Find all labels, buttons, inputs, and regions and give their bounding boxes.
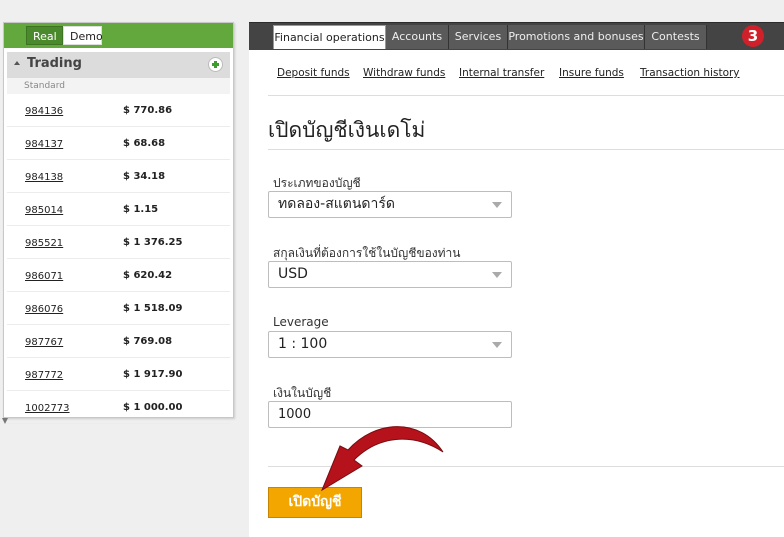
- account-balance: $ 34.18: [123, 171, 166, 182]
- account-row[interactable]: 987767 $ 769.08: [7, 325, 230, 358]
- tab-accounts[interactable]: Accounts: [386, 25, 449, 49]
- trading-section-header[interactable]: Trading: [7, 52, 230, 78]
- chevron-down-icon: [492, 202, 502, 208]
- account-type-value: ทดลอง-สแตนดาร์ด: [278, 196, 395, 212]
- account-row[interactable]: 985521 $ 1 376.25: [7, 226, 230, 259]
- account-row[interactable]: 984137 $ 68.68: [7, 127, 230, 160]
- collapse-caret-icon[interactable]: [14, 61, 20, 65]
- account-number-link[interactable]: 985521: [25, 238, 63, 249]
- link-deposit-funds[interactable]: Deposit funds: [277, 67, 350, 79]
- currency-value: USD: [278, 266, 308, 282]
- link-insure-funds[interactable]: Insure funds: [559, 67, 624, 79]
- account-number-link[interactable]: 987772: [25, 370, 63, 381]
- account-balance: $ 770.86: [123, 105, 173, 116]
- account-row[interactable]: 986076 $ 1 518.09: [7, 292, 230, 325]
- account-balance: $ 620.42: [123, 270, 173, 281]
- panel-resize-handle-icon[interactable]: [2, 418, 8, 424]
- notification-badge[interactable]: 3: [742, 25, 764, 47]
- leverage-label: Leverage: [273, 315, 329, 329]
- account-row[interactable]: 984138 $ 34.18: [7, 160, 230, 193]
- link-transaction-history[interactable]: Transaction history: [640, 67, 740, 79]
- accounts-panel: Real Demo Trading Standard 984136 $ 770.8…: [3, 22, 234, 424]
- account-balance: $ 1 000.00: [123, 402, 183, 413]
- account-number-link[interactable]: 984137: [25, 139, 63, 150]
- divider: [268, 95, 784, 96]
- tab-contests[interactable]: Contests: [645, 25, 707, 49]
- add-account-icon[interactable]: [208, 57, 223, 72]
- link-internal-transfer[interactable]: Internal transfer: [459, 67, 544, 79]
- leverage-select[interactable]: 1 : 100: [268, 331, 512, 358]
- pointer-arrow-icon: [320, 426, 444, 492]
- currency-select[interactable]: USD: [268, 261, 512, 288]
- account-balance: $ 1 376.25: [123, 237, 183, 248]
- tab-demo[interactable]: Demo: [63, 26, 103, 45]
- account-list: 984136 $ 770.86 984137 $ 68.68 984138 $ 34.…: [7, 94, 230, 424]
- account-number-link[interactable]: 985014: [25, 205, 63, 216]
- page-title: เปิดบัญชีเงินเดโม่: [268, 118, 426, 142]
- account-row[interactable]: 986071 $ 620.42: [7, 259, 230, 292]
- chevron-down-icon: [492, 342, 502, 348]
- account-row[interactable]: 984136 $ 770.86: [7, 94, 230, 127]
- tab-financial-operations[interactable]: Financial operations: [273, 25, 386, 49]
- tab-promotions-and-bonuses[interactable]: Promotions and bonuses: [508, 25, 645, 49]
- account-row[interactable]: 987772 $ 1 917.90: [7, 358, 230, 391]
- mode-switch-bar: Real Demo: [4, 23, 233, 48]
- link-withdraw-funds[interactable]: Withdraw funds: [363, 67, 445, 79]
- account-number-link[interactable]: 984138: [25, 172, 63, 183]
- tab-services[interactable]: Services: [449, 25, 508, 49]
- account-balance: $ 1 917.90: [123, 369, 183, 380]
- divider: [268, 149, 784, 150]
- account-row[interactable]: 985014 $ 1.15: [7, 193, 230, 226]
- account-row[interactable]: 1002773 $ 1 000.00: [7, 391, 230, 424]
- trading-title: Trading: [27, 56, 82, 71]
- account-balance: $ 769.08: [123, 336, 173, 347]
- account-number-link[interactable]: 1002773: [25, 403, 70, 414]
- account-number-link[interactable]: 987767: [25, 337, 63, 348]
- tab-real[interactable]: Real: [26, 26, 63, 45]
- top-navigation: Financial operations Accounts Services P…: [249, 22, 784, 50]
- leverage-value: 1 : 100: [278, 336, 328, 352]
- group-label-standard: Standard: [7, 78, 230, 94]
- account-number-link[interactable]: 986071: [25, 271, 63, 282]
- account-type-select[interactable]: ทดลอง-สแตนดาร์ด: [268, 191, 512, 218]
- account-balance: $ 1.15: [123, 204, 159, 215]
- account-balance: $ 68.68: [123, 138, 166, 149]
- account-number-link[interactable]: 986076: [25, 304, 63, 315]
- chevron-down-icon: [492, 272, 502, 278]
- account-number-link[interactable]: 984136: [25, 106, 63, 117]
- account-balance: $ 1 518.09: [123, 303, 183, 314]
